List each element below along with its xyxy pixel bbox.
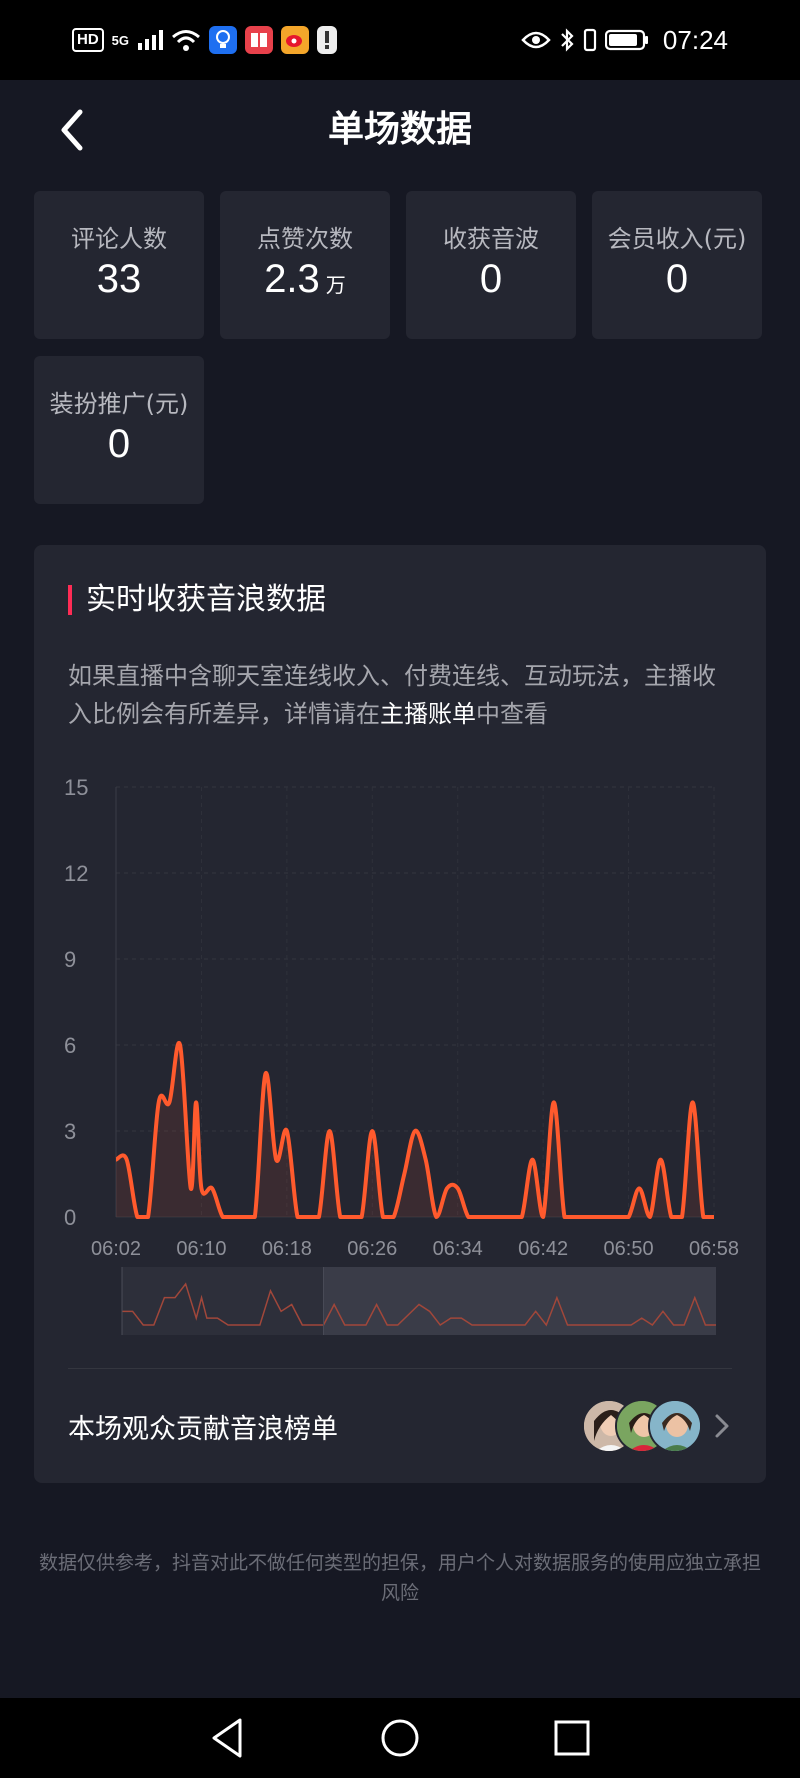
y-tick-label: 15 <box>64 775 88 800</box>
x-tick-label: 06:26 <box>347 1238 397 1260</box>
stat-label: 会员收入(元) <box>607 225 747 253</box>
nav-header: 单场数据 <box>0 80 800 180</box>
wifi-icon <box>172 30 200 51</box>
stat-label: 装扮推广(元) <box>49 390 189 418</box>
x-tick-label: 06:18 <box>262 1238 312 1260</box>
y-tick-label: 3 <box>64 1119 76 1144</box>
nav-recents-icon[interactable] <box>546 1712 598 1764</box>
y-tick-label: 0 <box>64 1205 76 1230</box>
stat-unit: 万 <box>325 273 346 297</box>
chevron-right-icon <box>715 1414 729 1438</box>
vibrate-icon <box>583 28 597 52</box>
stat-value: 0 <box>479 257 503 301</box>
alert-app-icon <box>317 26 338 54</box>
x-tick-label: 06:42 <box>518 1238 568 1260</box>
eye-icon <box>521 31 551 49</box>
stat-value: 33 <box>96 257 142 301</box>
x-tick-label: 06:50 <box>604 1238 654 1260</box>
network-type: 5G <box>111 32 130 48</box>
x-tick-label: 06:58 <box>689 1238 739 1260</box>
audience-leaderboard-row[interactable]: 本场观众贡献音浪榜单 <box>34 1369 766 1483</box>
stat-card-likes: 点赞次数 2.3 万 <box>220 191 390 339</box>
disclaimer: 数据仅供参考，抖音对此不做任何类型的担保，用户个人对数据服务的使用应独立承担风险 <box>38 1552 761 1604</box>
stat-value: 2.3 万 <box>264 257 346 301</box>
stat-value: 0 <box>665 257 689 301</box>
stat-value: 0 <box>107 422 131 466</box>
hd-badge: HD <box>72 28 104 52</box>
stat-card-dressup-promo: 装扮推广(元) 0 <box>34 356 204 504</box>
battery-icon <box>604 29 648 51</box>
y-tick-label: 12 <box>64 861 88 886</box>
y-tick-label: 6 <box>64 1033 76 1058</box>
stat-label: 点赞次数 <box>257 225 353 253</box>
status-bar: HD 5G 07:24 <box>0 0 800 80</box>
x-tick-label: 06:02 <box>91 1238 141 1260</box>
stat-label: 收获音波 <box>443 225 539 253</box>
leaderboard-label: 本场观众贡献音浪榜单 <box>68 1414 338 1445</box>
status-left: HD 5G <box>72 26 338 54</box>
sound-wave-chart: 15 12 9 6 3 0 06:02 06:10 06:18 06:26 06:34 06:42 06… <box>64 775 739 1335</box>
signal-icon <box>138 30 164 50</box>
bulb-app-icon <box>209 26 238 54</box>
bluetooth-icon <box>561 28 574 52</box>
stat-card-member-income: 会员收入(元) 0 <box>592 191 762 339</box>
weibo-app-icon <box>281 26 310 54</box>
sound-wave-panel: 实时收获音浪数据 如果直播中含聊天室连线收入、付费连线、互动玩法，主播收入比例会… <box>34 545 766 1483</box>
clock: 07:24 <box>662 24 728 55</box>
nav-back-icon[interactable] <box>202 1712 254 1764</box>
status-right: 07:24 <box>521 25 728 56</box>
y-tick-label: 9 <box>64 947 76 972</box>
page-title: 单场数据 <box>327 109 472 150</box>
top-contributors <box>582 1399 702 1453</box>
avatar <box>648 1399 702 1453</box>
nav-home-icon[interactable] <box>374 1712 426 1764</box>
x-tick-label: 06:10 <box>176 1238 226 1260</box>
stat-card-comments: 评论人数 33 <box>34 191 204 339</box>
stat-card-sound-waves: 收获音波 0 <box>406 191 576 339</box>
system-nav-bar <box>0 1698 800 1778</box>
x-tick-label: 06:34 <box>433 1238 483 1260</box>
book-app-icon <box>245 26 274 54</box>
stat-label: 评论人数 <box>71 225 167 253</box>
